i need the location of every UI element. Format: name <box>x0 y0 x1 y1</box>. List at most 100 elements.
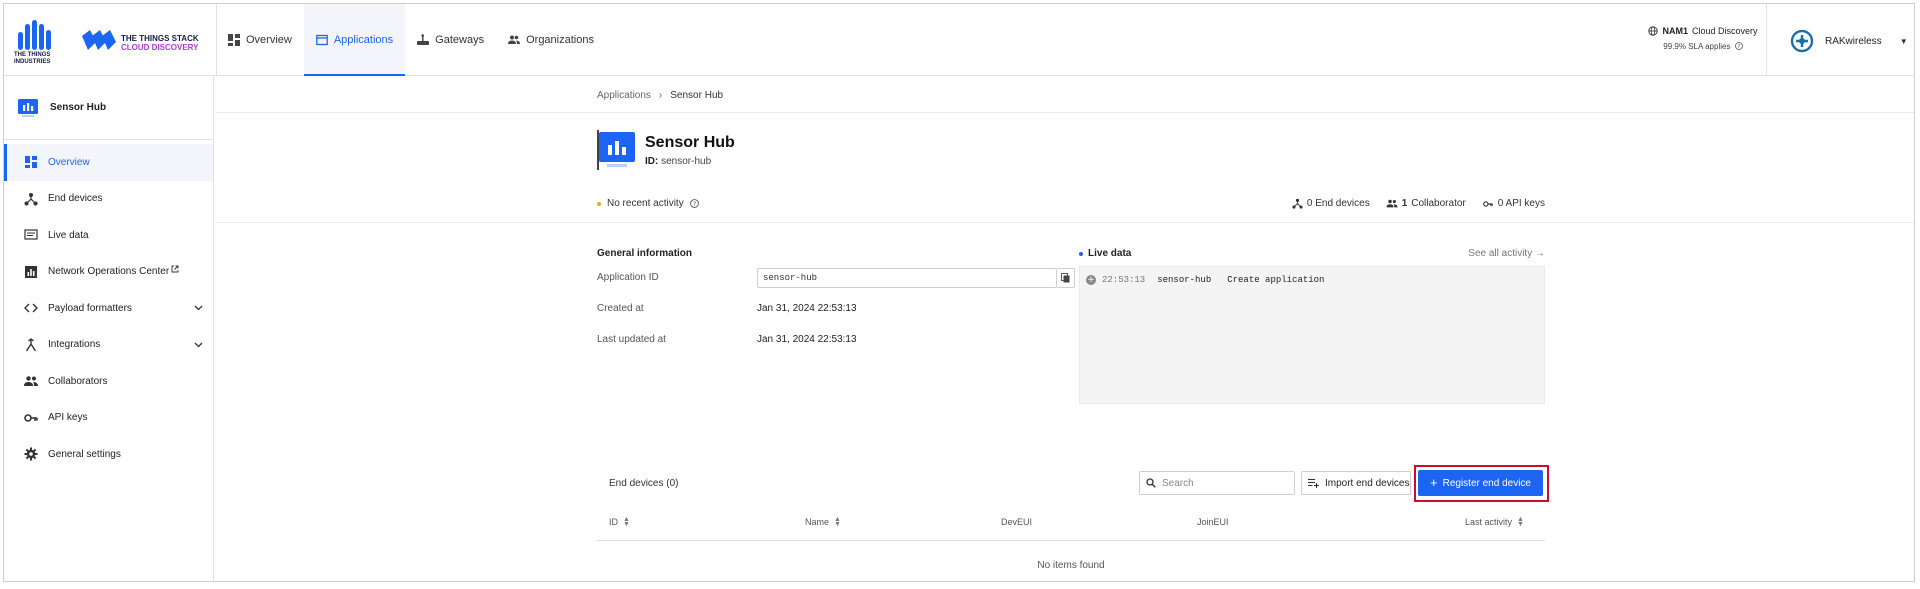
search-icon <box>1146 478 1156 488</box>
nav-applications[interactable]: Applications <box>303 4 406 76</box>
copy-button[interactable] <box>1057 268 1075 288</box>
live-dot-icon <box>1079 251 1083 256</box>
breadcrumb: Applications › Sensor Hub <box>597 90 723 101</box>
general-info-title: General information <box>597 248 693 259</box>
devices-icon <box>1292 198 1303 209</box>
chevron-down-icon[interactable] <box>194 305 203 311</box>
main-content: Applications › Sensor Hub Sensor Hub ID:… <box>215 76 1914 581</box>
sidebar-item-payload-formatters[interactable]: Payload formatters <box>4 290 213 327</box>
stat-api-keys[interactable]: 0 API keys <box>1482 198 1545 209</box>
sort-icon: ▲ ▼ <box>1517 516 1524 528</box>
application-id-field[interactable]: sensor-hub <box>757 268 1057 288</box>
product-name: THE THINGS STACK CLOUD DISCOVERY <box>121 34 199 52</box>
app-id-value: sensor-hub <box>661 156 712 167</box>
dashboard-icon <box>25 156 37 169</box>
sidebar-item-noc[interactable]: Network Operations Center <box>4 254 213 291</box>
app-id: ID: sensor-hub <box>645 156 711 167</box>
svg-text:?: ? <box>693 201 696 208</box>
sidebar-item-end-devices[interactable]: End devices <box>4 181 213 218</box>
app-stats: 0 End devices 1 Collaborator 0 API keys <box>1287 198 1545 209</box>
code-icon <box>24 303 38 313</box>
copy-icon <box>1061 273 1070 283</box>
caret-down-icon: ▼ <box>1899 36 1908 46</box>
see-all-activity-link[interactable]: See all activity → <box>1463 248 1545 259</box>
playlist-add-icon <box>1308 478 1319 488</box>
sort-icon: ▲ ▼ <box>623 516 630 528</box>
sidebar-item-general-settings[interactable]: General settings <box>4 436 213 473</box>
live-data-icon <box>24 229 38 240</box>
sidebar-item-label: API keys <box>48 412 88 424</box>
key-icon <box>24 413 38 422</box>
column-header-name[interactable]: Name ▲ ▼ <box>805 516 841 528</box>
search-placeholder: Search <box>1162 477 1194 489</box>
header-divider-2 <box>1766 4 1767 76</box>
sidebar-app-header: Sensor Hub <box>4 76 213 140</box>
nav-overview-label: Overview <box>246 34 292 46</box>
nav-overview[interactable]: Overview <box>216 4 304 76</box>
register-end-device-button[interactable]: + Register end device <box>1418 470 1543 496</box>
sidebar: Sensor Hub Overview End devices Live dat… <box>4 76 214 581</box>
column-header-last-activity[interactable]: Last activity ▲ ▼ <box>1465 516 1524 528</box>
live-data-title: Live data <box>1079 248 1131 259</box>
help-icon[interactable]: ? <box>1734 42 1743 50</box>
svg-text:?: ? <box>1737 44 1740 50</box>
main-nav: Overview Applications Gateways Organizat… <box>216 4 606 76</box>
globe-icon <box>1648 26 1659 36</box>
sidebar-item-label: Integrations <box>48 339 101 351</box>
people-icon <box>1386 199 1398 208</box>
sidebar-item-api-keys[interactable]: API keys <box>4 400 213 437</box>
search-input[interactable]: Search <box>1139 471 1295 495</box>
stat-end-devices[interactable]: 0 End devices <box>1292 198 1370 209</box>
column-header-id[interactable]: ID ▲ ▼ <box>609 516 630 528</box>
nav-gateways[interactable]: Gateways <box>405 4 496 76</box>
rak-avatar-icon <box>1790 29 1814 53</box>
tts-logo-icon[interactable] <box>80 28 118 54</box>
stat-collaborators[interactable]: 1 Collaborator <box>1386 198 1466 209</box>
sidebar-item-label: General settings <box>48 448 121 460</box>
column-header-deveui: DevEUI <box>1001 517 1033 527</box>
breadcrumb-divider <box>215 112 1914 113</box>
end-devices-title: End devices (0) <box>609 478 679 489</box>
nav-organizations[interactable]: Organizations <box>496 4 606 76</box>
status-dot-icon <box>597 201 601 206</box>
devices-icon <box>24 192 38 206</box>
gear-icon <box>24 447 38 461</box>
help-icon[interactable]: ? <box>689 199 699 208</box>
cluster-info[interactable]: NAM1 Cloud Discovery 99.9% SLA applies ? <box>1644 26 1762 51</box>
tti-logo-text: THE THINGS INDUSTRIES <box>14 52 51 65</box>
live-data-panel[interactable]: + 22:53:13 sensor-hub Create application <box>1079 266 1545 404</box>
sidebar-app-name: Sensor Hub <box>50 102 107 113</box>
created-at-value: Jan 31, 2024 22:53:13 <box>757 303 857 314</box>
app-window: THE THINGS INDUSTRIES THE THINGS STACK C… <box>3 3 1915 582</box>
nav-organizations-label: Organizations <box>526 34 594 46</box>
cluster-name: Cloud Discovery <box>1691 26 1758 36</box>
sort-icon: ▲ ▼ <box>834 516 841 528</box>
chevron-right-icon: › <box>658 90 663 101</box>
chevron-down-icon[interactable] <box>194 342 203 348</box>
integration-icon <box>25 337 37 352</box>
sidebar-item-label: Network Operations Center <box>48 266 170 278</box>
import-end-devices-button[interactable]: Import end devices <box>1301 471 1411 495</box>
sidebar-item-overview[interactable]: Overview <box>4 144 213 181</box>
sidebar-item-collaborators[interactable]: Collaborators <box>4 363 213 400</box>
page-title: Sensor Hub <box>645 134 735 151</box>
column-header-joineui: JoinEUI <box>1197 517 1229 527</box>
plus-icon: + <box>1430 475 1438 490</box>
created-at-label: Created at <box>597 303 644 314</box>
empty-state: No items found <box>1037 560 1105 571</box>
sidebar-item-label: Payload formatters <box>48 302 132 314</box>
sidebar-item-label: Live data <box>48 229 89 241</box>
expand-event-icon[interactable]: + <box>1086 275 1096 285</box>
event-row[interactable]: + 22:53:13 sensor-hub Create application <box>1086 275 1324 285</box>
sidebar-item-live-data[interactable]: Live data <box>4 217 213 254</box>
breadcrumb-applications[interactable]: Applications <box>597 90 651 101</box>
gateway-icon <box>417 34 430 45</box>
sidebar-item-integrations[interactable]: Integrations <box>4 327 213 364</box>
table-header-divider <box>597 540 1545 541</box>
top-header: THE THINGS INDUSTRIES THE THINGS STACK C… <box>4 4 1914 76</box>
sidebar-item-label: Collaborators <box>48 375 108 387</box>
app-id-label: ID: <box>645 156 659 167</box>
cluster-code: NAM1 <box>1662 26 1688 36</box>
user-menu[interactable]: RAKwireless ▼ <box>1789 28 1908 54</box>
dashboard-icon <box>228 34 240 46</box>
